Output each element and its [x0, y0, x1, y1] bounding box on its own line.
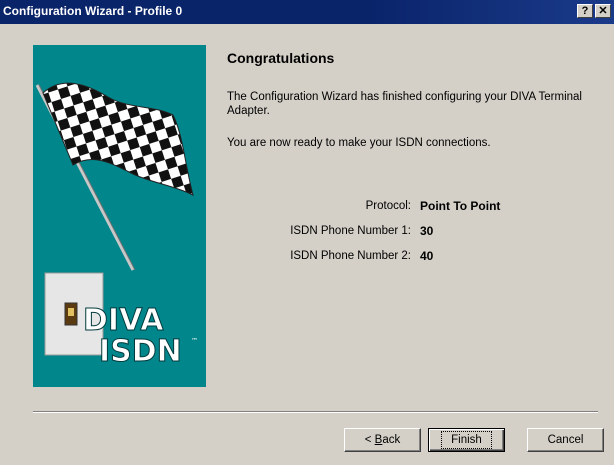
isdn-number-1-label: ISDN Phone Number 1: [290, 225, 411, 237]
completion-message: The Configuration Wizard has finished co… [227, 91, 582, 117]
checkered-flag-icon: DIVA ISDN ™ [35, 82, 198, 370]
protocol-label: Protocol: [365, 200, 411, 212]
isdn-number-2-value: 40 [420, 249, 434, 263]
title-bar[interactable]: Configuration Wizard - Profile 0 ? ✕ [0, 0, 614, 24]
cancel-button[interactable]: Cancel [527, 428, 604, 452]
back-button-prefix: < [364, 434, 375, 446]
finish-button-label: Finish [441, 431, 492, 449]
close-button[interactable]: ✕ [595, 4, 611, 18]
back-button-mnemonic: B [374, 434, 383, 446]
separator-highlight [33, 412, 598, 413]
isdn-number-2-label: ISDN Phone Number 2: [290, 250, 411, 262]
isdn-number-1-value: 30 [420, 224, 434, 238]
back-button-label: ack [382, 434, 401, 446]
wizard-window: Configuration Wizard - Profile 0 ? ✕ DIV… [0, 0, 614, 465]
finish-button[interactable]: Finish [428, 428, 505, 452]
protocol-value: Point To Point [420, 199, 501, 213]
help-button[interactable]: ? [577, 4, 593, 18]
logo-isdn-text: ISDN [99, 334, 182, 369]
ready-message: You are now ready to make your ISDN conn… [227, 137, 491, 149]
logo-diva-text: DIVA [83, 303, 164, 338]
trademark-mark: ™ [191, 337, 198, 345]
page-title: Congratulations [227, 50, 335, 66]
window-title: Configuration Wizard - Profile 0 [3, 4, 183, 18]
back-button[interactable]: < Back [344, 428, 421, 452]
wizard-graphic: DIVA ISDN ™ [33, 45, 206, 387]
